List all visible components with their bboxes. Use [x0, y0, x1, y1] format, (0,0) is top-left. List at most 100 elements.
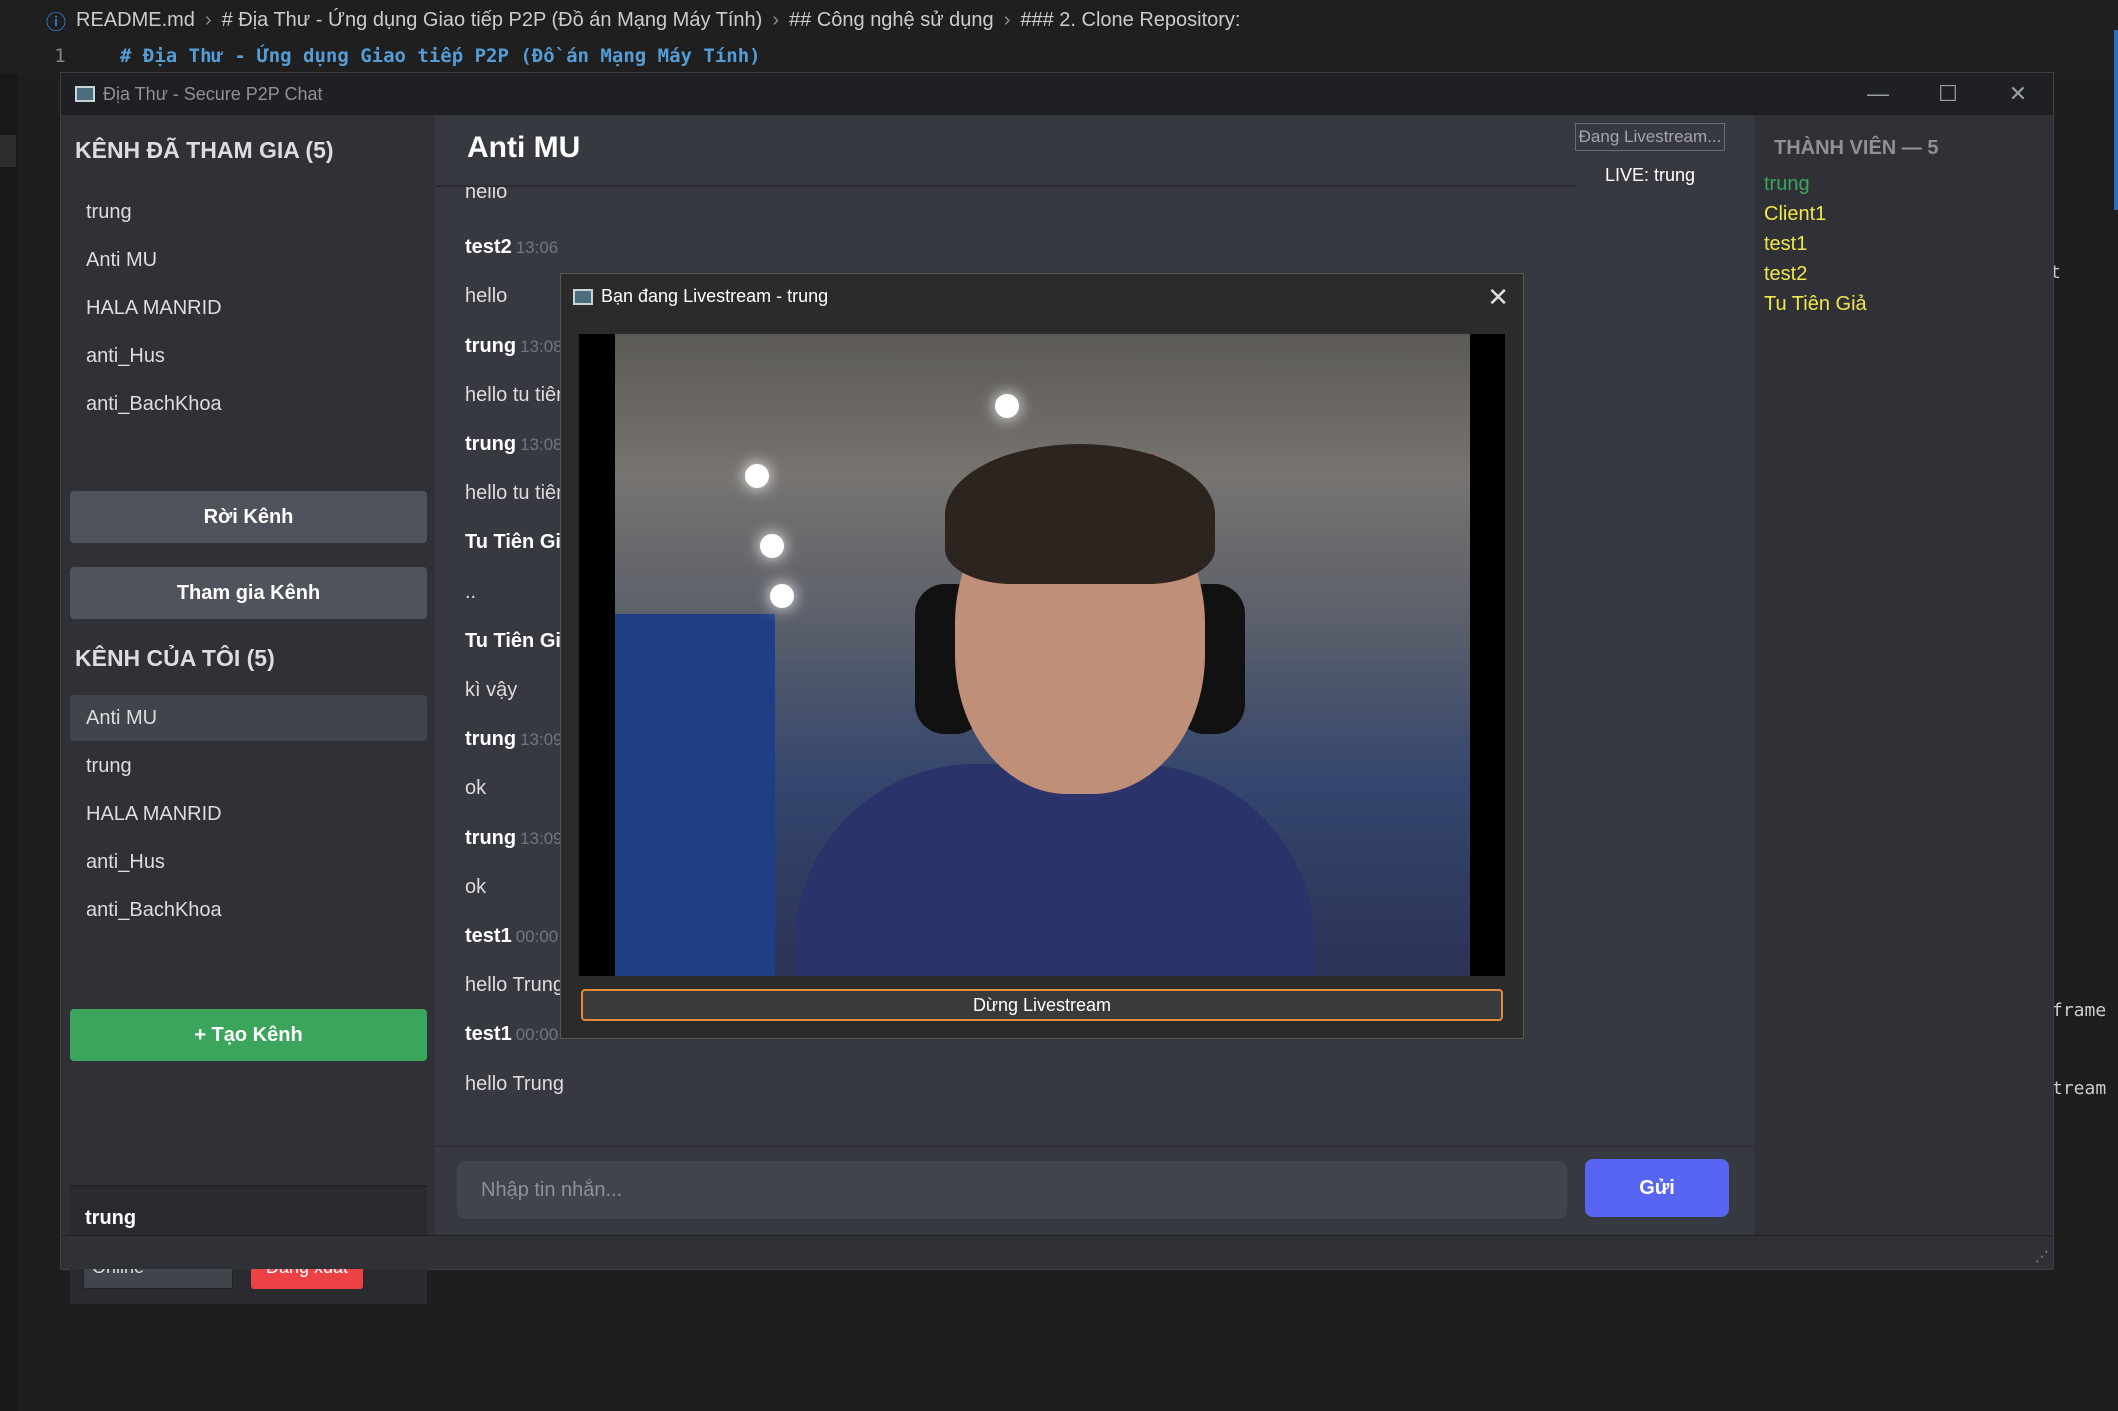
member-item[interactable]: test1 — [1764, 233, 1807, 256]
message-author[interactable]: test2 — [465, 236, 512, 258]
my-channel-item[interactable]: trung — [70, 743, 427, 789]
maximize-icon[interactable]: ☐ — [1913, 73, 1983, 115]
leave-channel-button[interactable]: Rời Kênh — [70, 491, 427, 543]
message-time: 13:09 — [520, 730, 563, 749]
message-header: test1 00:00 — [465, 925, 558, 948]
compose-divider — [435, 1145, 1754, 1147]
video-preview — [579, 334, 1505, 976]
member-list-header: THÀNH VIÊN — 5 — [1774, 137, 1939, 159]
window-status-bar: ⋰ — [61, 1235, 2053, 1269]
message-text: ok — [465, 876, 487, 898]
message-author[interactable]: test1 — [465, 925, 512, 947]
channel-title: Anti MU — [467, 131, 581, 164]
message-text: hello — [465, 285, 508, 307]
my-channel-item[interactable]: anti_Hus — [70, 839, 427, 885]
joined-channels-header: KÊNH ĐÃ THAM GIA (5) — [75, 137, 334, 163]
join-channel-button[interactable]: Tham gia Kênh — [70, 567, 427, 619]
message-time: 13:08 — [520, 435, 563, 454]
person-hair — [945, 444, 1215, 584]
livestream-dialog: Bạn đang Livestream - trung ✕ Dừng Lives… — [560, 273, 1524, 1039]
message-author[interactable]: trung — [465, 433, 516, 455]
editor-fragment: frame — [2052, 1000, 2107, 1021]
editor-breadcrumb: ⓘ README.md › # Địa Thư - Ứng dụng Giao … — [0, 0, 2118, 40]
message-header: trung 13:08 — [465, 335, 563, 358]
livestream-dialog-titlebar[interactable]: Bạn đang Livestream - trung — [573, 286, 828, 307]
message-text: kì vậy — [465, 679, 518, 701]
camera-window-background — [615, 614, 775, 976]
line-number: 1 — [54, 45, 66, 67]
window-title: Địa Thư - Secure P2P Chat — [103, 83, 323, 104]
editor-fragment: tream — [2052, 1078, 2107, 1099]
joined-channel-item[interactable]: HALA MANRID — [70, 285, 427, 331]
close-icon[interactable]: ✕ — [1487, 282, 1509, 313]
message-text: hello Trung — [465, 1073, 564, 1095]
current-username: trung — [85, 1207, 137, 1229]
message-text: .. — [465, 581, 477, 603]
editor-activity-mark — [0, 135, 16, 167]
app-icon — [75, 86, 95, 102]
message-time: 13:08 — [520, 337, 563, 356]
message-time: 13:06 — [515, 238, 559, 257]
chevron-right-icon: › — [1003, 8, 1011, 31]
breadcrumb-heading-1[interactable]: # Địa Thư - Ứng dụng Giao tiếp P2P (Đồ á… — [222, 9, 763, 32]
message-author[interactable]: Tu Tiên Giả — [465, 630, 572, 652]
editor-line: 1 # Địa Thư - Ứng dụng Giao tiếp P2P (Đồ… — [0, 38, 2118, 74]
joined-channel-item[interactable]: anti_BachKhoa — [70, 381, 427, 427]
message-time: 00:00 — [515, 927, 559, 946]
editor-scrollbar[interactable] — [2114, 30, 2118, 210]
joined-channel-item[interactable]: Anti MU — [70, 237, 427, 283]
window-controls: — ☐ ✕ — [1843, 73, 2053, 115]
member-item[interactable]: trung — [1764, 173, 1810, 196]
minimize-icon[interactable]: — — [1843, 73, 1913, 115]
window-titlebar[interactable]: Địa Thư - Secure P2P Chat — ☐ ✕ — [61, 73, 2053, 115]
message-time: 00:00 — [515, 1025, 559, 1044]
channel-sidebar: KÊNH ĐÃ THAM GIA (5) trung Anti MU HALA … — [61, 115, 435, 1304]
member-item[interactable]: test2 — [1764, 263, 1807, 286]
breadcrumb-heading-3[interactable]: ### 2. Clone Repository: — [1020, 9, 1240, 32]
message-author[interactable]: Tu Tiên Giả — [465, 531, 572, 553]
member-list: THÀNH VIÊN — 5 trung Client1 test1 test2… — [1754, 115, 2053, 1235]
resize-grip-icon[interactable]: ⋰ — [2035, 1248, 2049, 1265]
message-author[interactable]: trung — [465, 827, 516, 849]
message-text: ok — [465, 777, 487, 799]
line-code[interactable]: # Địa Thư - Ứng dụng Giao tiếp P2P (Đồ á… — [120, 45, 761, 67]
my-channel-item[interactable]: anti_BachKhoa — [70, 887, 427, 933]
camera-frame — [615, 334, 1470, 976]
ceiling-light — [995, 394, 1019, 418]
my-channel-item[interactable]: HALA MANRID — [70, 791, 427, 837]
info-icon: ⓘ — [46, 11, 66, 34]
create-channel-button[interactable]: + Tạo Kênh — [70, 1009, 427, 1061]
breadcrumb-file[interactable]: README.md — [76, 9, 195, 32]
live-status-badge[interactable]: Đang Livestream... — [1575, 123, 1725, 151]
joined-channel-item[interactable]: anti_Hus — [70, 333, 427, 379]
message-author[interactable]: test1 — [465, 1023, 512, 1045]
my-channel-item-active[interactable]: Anti MU — [70, 695, 427, 741]
my-channels-header: KÊNH CỦA TÔI (5) — [75, 645, 275, 671]
joined-channel-item[interactable]: trung — [70, 189, 427, 235]
message-author[interactable]: trung — [465, 728, 516, 750]
chevron-right-icon: › — [772, 8, 780, 31]
livestream-dialog-title: Bạn đang Livestream - trung — [601, 286, 829, 306]
live-label: LIVE: trung — [1604, 165, 1696, 185]
stop-livestream-button[interactable]: Dừng Livestream — [581, 989, 1503, 1021]
message-input[interactable] — [457, 1161, 1567, 1219]
ceiling-light — [745, 464, 769, 488]
send-button[interactable]: Gửi — [1585, 1159, 1729, 1217]
ceiling-light — [770, 584, 794, 608]
chevron-right-icon: › — [204, 8, 212, 31]
message-time: 13:09 — [520, 829, 563, 848]
message-text: hello tu tiên — [465, 482, 568, 504]
person-body — [795, 764, 1315, 976]
message-author[interactable]: trung — [465, 335, 516, 357]
message-text: hello tu tiên — [465, 384, 568, 406]
message-text: hello Trung — [465, 974, 564, 996]
member-item[interactable]: Tu Tiên Giả — [1764, 293, 1867, 316]
message-header: test2 13:06 — [465, 236, 558, 259]
editor-gutter — [0, 74, 18, 1411]
member-item[interactable]: Client1 — [1764, 203, 1826, 226]
message-header: test1 00:00 — [465, 1023, 558, 1046]
message-text: hello — [465, 187, 508, 203]
message-header: trung 13:09 — [465, 728, 563, 751]
breadcrumb-heading-2[interactable]: ## Công nghệ sử dụng — [789, 9, 994, 32]
close-icon[interactable]: ✕ — [1983, 73, 2053, 115]
